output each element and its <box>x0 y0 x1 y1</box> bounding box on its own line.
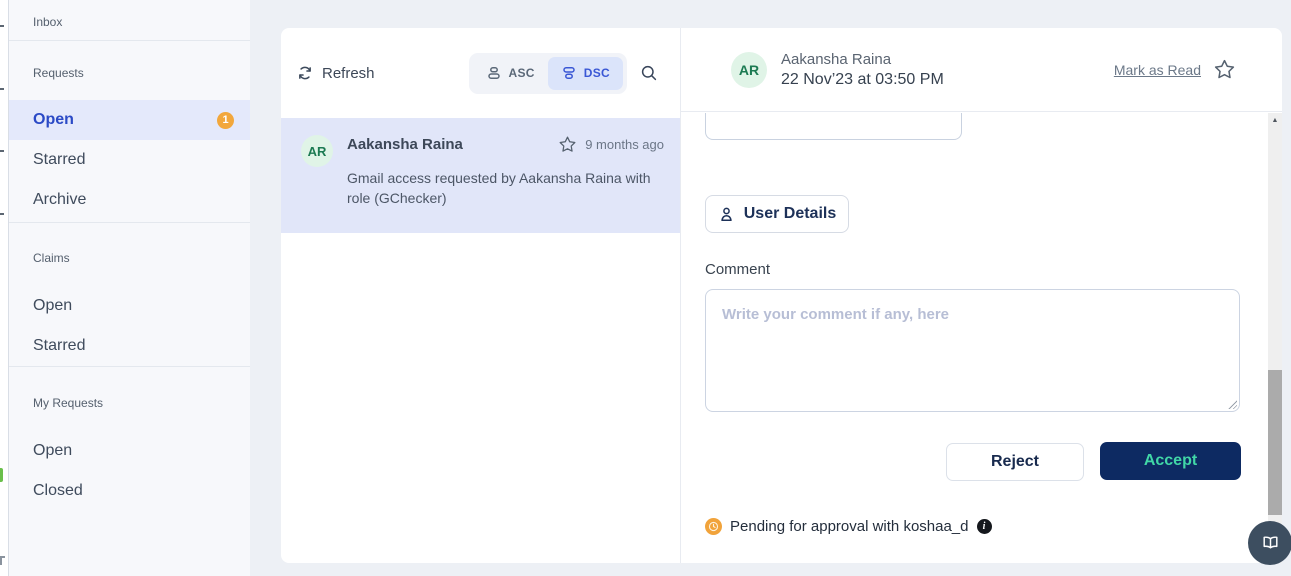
truncated-input-field[interactable] <box>705 113 962 140</box>
divider <box>9 40 250 41</box>
sidebar: Inbox Requests Open 1 Starred Archive Cl… <box>9 0 250 576</box>
edge-artifact-glyph <box>0 556 5 565</box>
search-icon <box>640 64 658 82</box>
sidebar-item-label: Open <box>33 442 72 460</box>
edge-artifact <box>0 150 4 152</box>
sidebar-item-claims-open[interactable]: Open <box>9 292 250 320</box>
sidebar-item-requests-open[interactable]: Open 1 <box>9 100 250 140</box>
status-text: Pending for approval with koshaa_d <box>730 518 969 535</box>
scrollbar-up-arrow[interactable]: ▲ <box>1268 117 1282 124</box>
edge-artifact <box>0 25 4 27</box>
sort-asc-label: ASC <box>509 66 535 80</box>
request-age: 9 months ago <box>585 137 664 152</box>
detail-timestamp: 22 Nov’23 at 03:50 PM <box>781 71 944 89</box>
detail-scroll-area: User Details Comment Reject Accept <box>681 113 1282 563</box>
request-list-panel: Refresh ASC <box>281 28 681 563</box>
edge-artifact <box>0 213 4 215</box>
scrollbar-track[interactable]: ▲ <box>1268 113 1282 563</box>
refresh-button[interactable]: Refresh <box>297 65 375 82</box>
comment-label: Comment <box>705 261 770 278</box>
sort-asc-button[interactable]: ASC <box>473 57 548 90</box>
person-icon <box>718 206 735 223</box>
divider <box>9 366 250 367</box>
sidebar-item-label: Starred <box>33 151 85 169</box>
detail-requester-name: Aakansha Raina <box>781 51 944 68</box>
sidebar-item-label: Open <box>33 111 74 129</box>
reject-button[interactable]: Reject <box>946 443 1084 481</box>
refresh-label: Refresh <box>322 65 375 82</box>
requester-name: Aakansha Raina <box>347 136 463 153</box>
request-detail-panel: AR Aakansha Raina 22 Nov’23 at 03:50 PM … <box>681 28 1282 563</box>
sidebar-label-inbox: Inbox <box>33 15 62 29</box>
sidebar-item-my-requests-closed[interactable]: Closed <box>9 477 250 505</box>
cropped-edge-strip <box>0 0 9 576</box>
avatar: AR <box>731 52 767 88</box>
sidebar-item-claims-starred[interactable]: Starred <box>9 332 250 360</box>
comment-textarea[interactable] <box>705 289 1240 412</box>
info-icon[interactable]: i <box>977 519 992 534</box>
request-list-item[interactable]: AR Aakansha Raina 9 months ago Gmail acc… <box>281 118 680 233</box>
search-button[interactable] <box>640 64 658 82</box>
sort-asc-icon <box>486 65 502 81</box>
star-icon[interactable] <box>558 135 577 154</box>
sidebar-item-requests-starred[interactable]: Starred <box>9 146 250 174</box>
accept-button[interactable]: Accept <box>1100 442 1241 480</box>
sort-dsc-icon <box>561 65 577 81</box>
refresh-icon <box>297 65 313 81</box>
detail-header: AR Aakansha Raina 22 Nov’23 at 03:50 PM … <box>681 28 1282 112</box>
edge-artifact <box>0 88 4 90</box>
sidebar-item-my-requests-open[interactable]: Open <box>9 437 250 465</box>
divider <box>9 222 250 223</box>
scrollbar-thumb[interactable] <box>1268 370 1282 515</box>
approval-status: Pending for approval with koshaa_d i <box>705 518 992 535</box>
app-window: Inbox Requests Open 1 Starred Archive Cl… <box>0 0 1291 576</box>
user-details-label: User Details <box>744 205 837 223</box>
edge-artifact-green <box>0 468 3 482</box>
pending-clock-icon <box>705 518 722 535</box>
mark-as-read-link[interactable]: Mark as Read <box>1114 62 1201 78</box>
sidebar-section-claims: Claims <box>33 251 70 265</box>
open-count-badge: 1 <box>217 112 234 129</box>
sidebar-item-label: Archive <box>33 191 86 209</box>
open-book-icon <box>1260 533 1281 554</box>
main-card: Refresh ASC <box>281 28 1282 563</box>
comment-field-wrapper <box>705 289 1240 412</box>
user-details-button[interactable]: User Details <box>705 195 849 233</box>
docs-fab-button[interactable] <box>1248 521 1291 565</box>
avatar: AR <box>301 135 333 167</box>
request-preview: Gmail access requested by Aakansha Raina… <box>347 168 664 208</box>
sidebar-item-label: Starred <box>33 337 85 355</box>
list-toolbar: Refresh ASC <box>281 28 680 118</box>
sidebar-section-my-requests: My Requests <box>33 396 103 410</box>
sidebar-item-requests-archive[interactable]: Archive <box>9 186 250 214</box>
star-icon[interactable] <box>1213 58 1236 81</box>
sort-dsc-label: DSC <box>584 66 610 80</box>
request-item-body: Aakansha Raina 9 months ago Gmail access… <box>347 135 664 233</box>
sort-toggle-group: ASC DSC <box>469 53 628 94</box>
sort-dsc-button[interactable]: DSC <box>548 57 623 90</box>
sidebar-section-requests: Requests <box>33 66 84 80</box>
sidebar-item-label: Closed <box>33 482 83 500</box>
sidebar-item-label: Open <box>33 297 72 315</box>
